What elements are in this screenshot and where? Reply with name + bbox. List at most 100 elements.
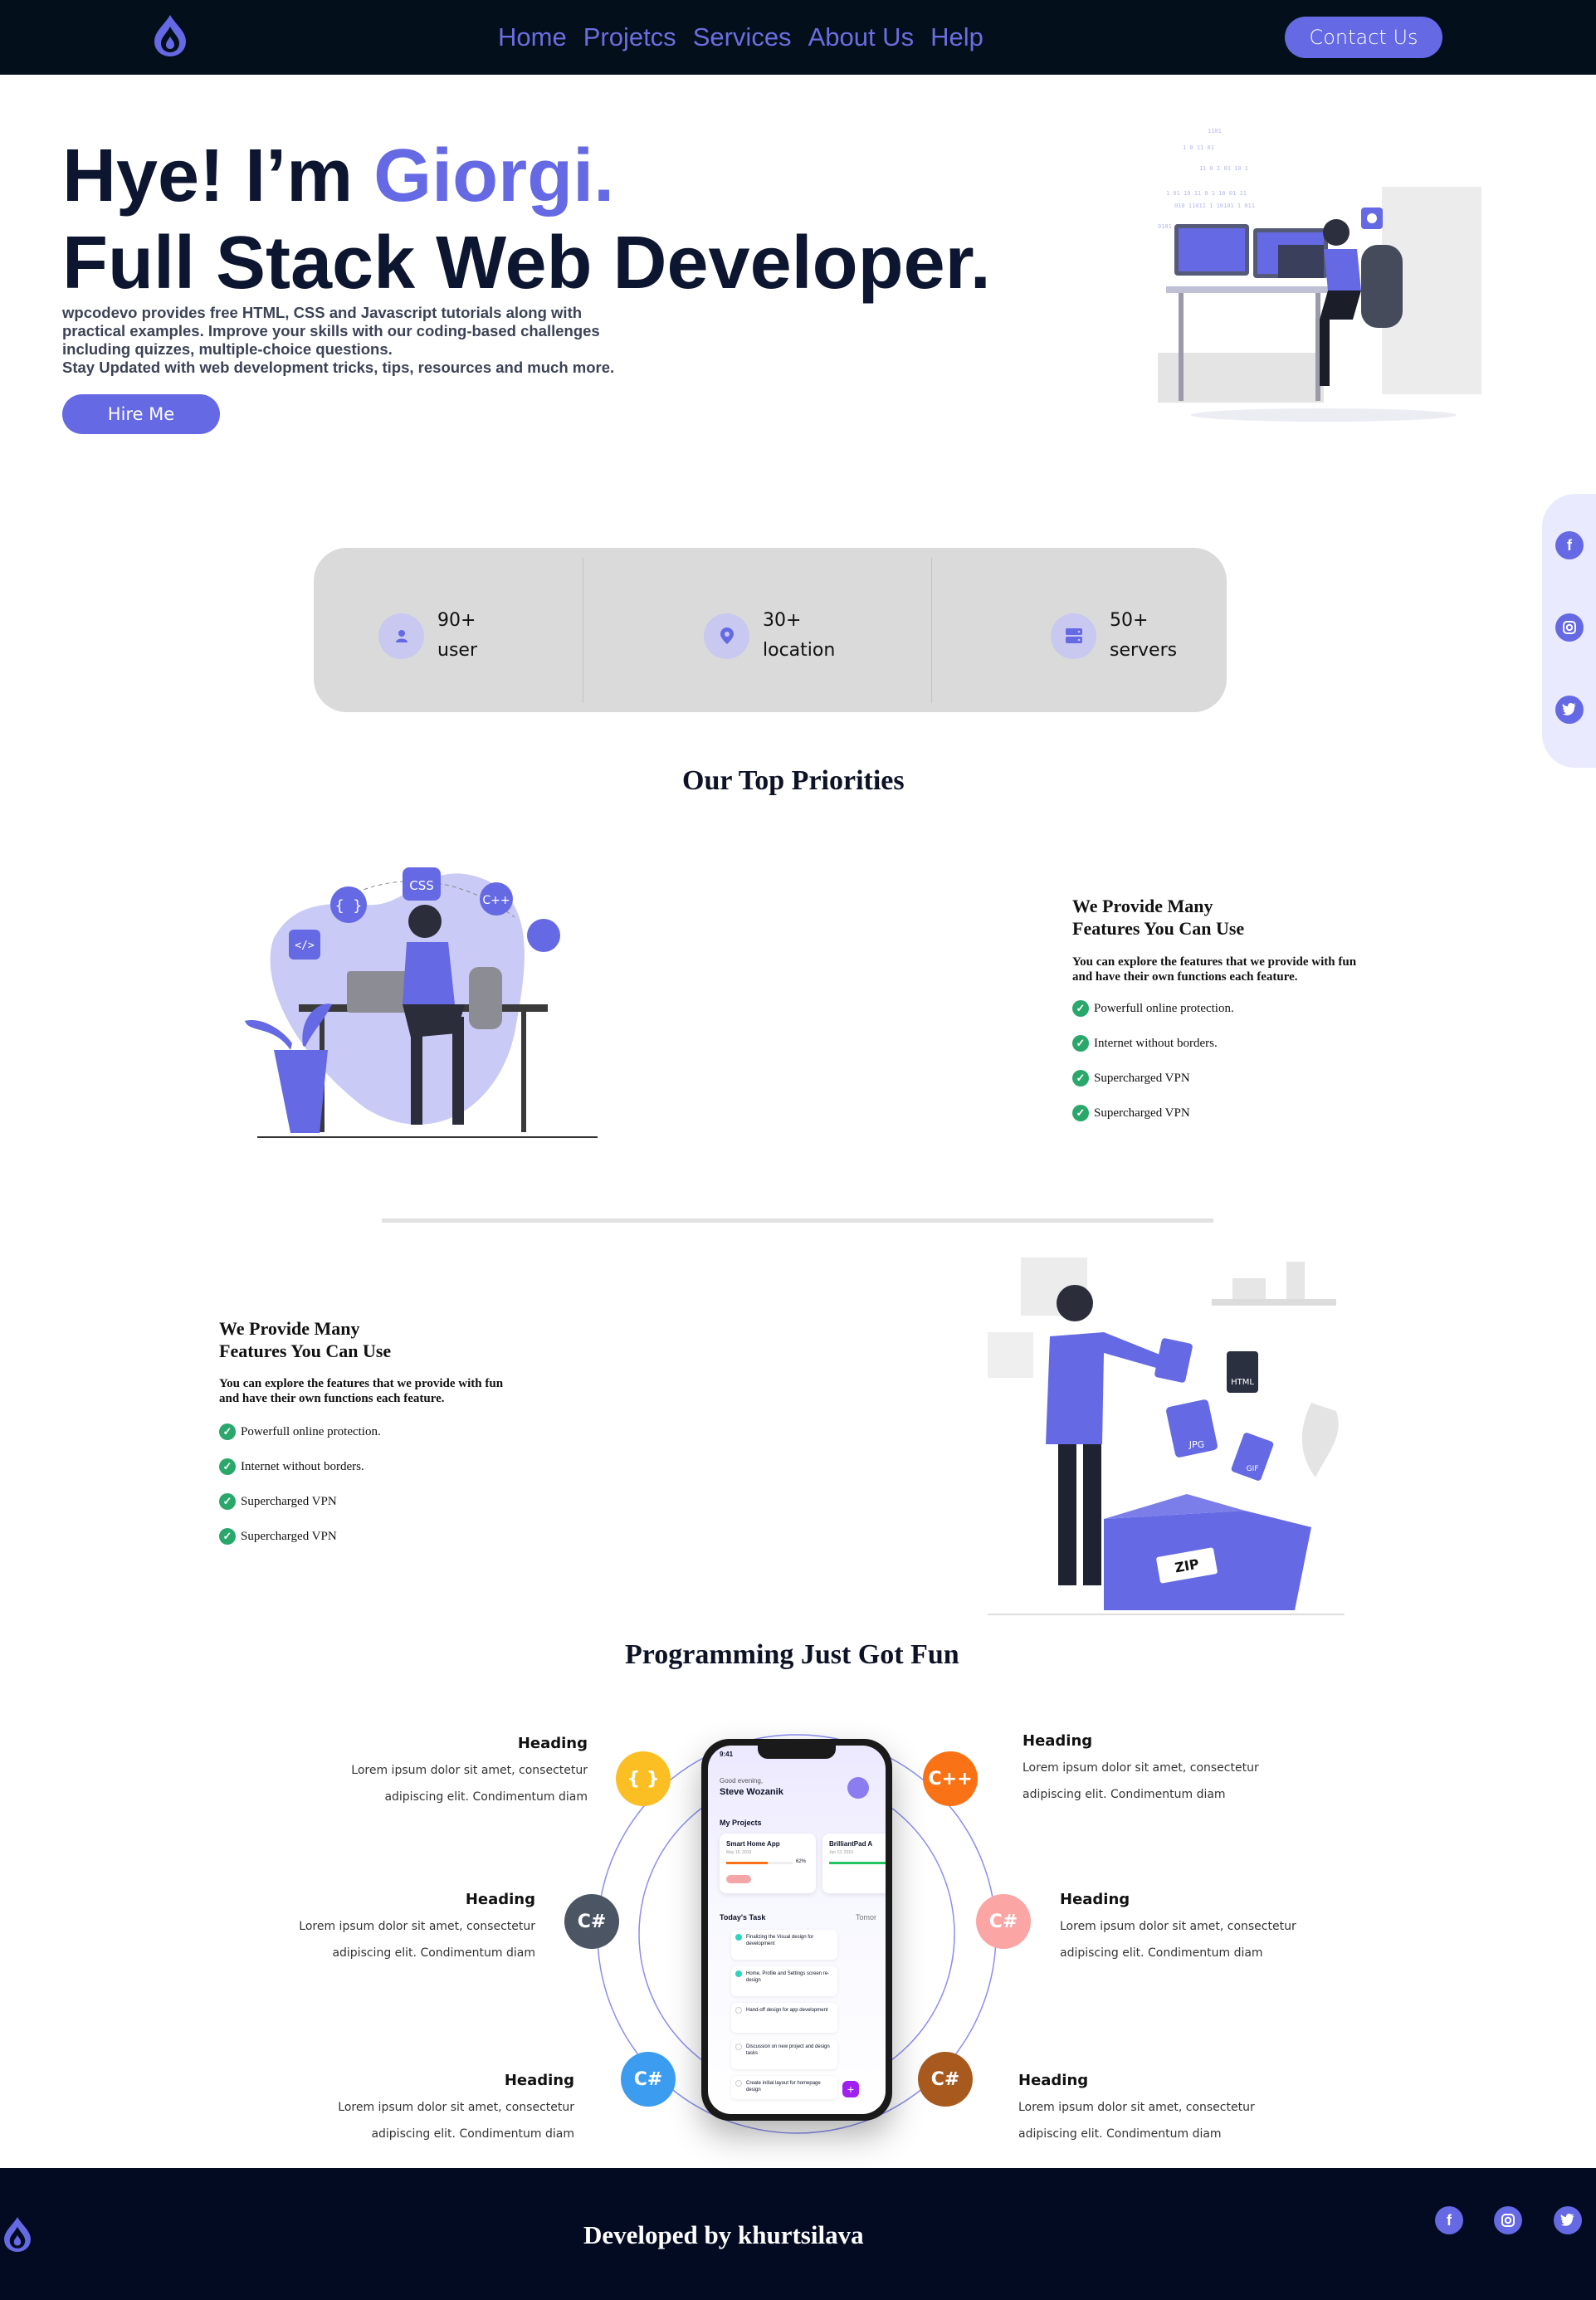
phone-section-label: My Projects <box>720 1819 762 1827</box>
illustration-label: </> <box>295 940 315 952</box>
progress-fill <box>829 1862 886 1864</box>
nav-link-services[interactable]: Services <box>693 22 792 52</box>
check-circle-icon <box>735 1934 742 1941</box>
check-circle-icon: ✓ <box>1072 1035 1089 1052</box>
svg-text:1 0 11 01: 1 0 11 01 <box>1183 144 1214 151</box>
feature-title-line: We Provide Many <box>219 1318 360 1339</box>
nav-link-home[interactable]: Home <box>498 22 567 52</box>
check-circle-icon: ✓ <box>219 1423 236 1440</box>
facebook-icon[interactable]: f <box>1435 2206 1463 2234</box>
progress-track <box>726 1862 793 1864</box>
hero-heading: Hye! I’m Giorgi. Full Stack Web Developer… <box>62 133 991 307</box>
flame-drop-logo[interactable] <box>0 2215 35 2254</box>
task-label: Home, Profile and Settings screen re-des… <box>746 1971 830 1983</box>
team-avatars <box>726 1875 751 1883</box>
main-menu: Home Projetcs Services About Us Help <box>498 18 983 56</box>
phone-time: 9:41 <box>720 1751 734 1758</box>
feature-item-label: Powerfull online protection. <box>1094 1001 1234 1015</box>
stats-divider <box>931 558 932 703</box>
card-heading: Heading <box>504 2072 574 2089</box>
feature-item-label: Internet without borders. <box>241 1459 364 1473</box>
nav-link-help[interactable]: Help <box>930 22 983 52</box>
hero-description: wpcodevo provides free HTML, CSS and Jav… <box>62 304 660 377</box>
card-heading: Heading <box>465 1891 535 1908</box>
feature-item-label: Supercharged VPN <box>241 1494 337 1508</box>
list-item: ✓ Powerfull online protection. <box>219 1423 381 1440</box>
list-item[interactable]: Home, Profile and Settings screen re-des… <box>731 1966 837 1996</box>
user-icon <box>378 613 424 659</box>
instagram-icon[interactable] <box>1555 613 1584 642</box>
feature-card: Heading Lorem ipsum dolor sit amet, cons… <box>1023 1732 1321 1808</box>
contact-us-button[interactable]: Contact Us <box>1285 17 1442 58</box>
check-circle-icon: ✓ <box>219 1493 236 1510</box>
phone-tab-tomorrow[interactable]: Tomor <box>856 1913 876 1922</box>
illustration-label: GIF <box>1247 1465 1259 1473</box>
nav-link-about[interactable]: About Us <box>808 22 915 52</box>
illustration-label: HTML <box>1231 1378 1254 1387</box>
csharp-badge: C# <box>918 2052 973 2107</box>
feature-list: ✓ Powerfull online protection. ✓ Internet … <box>219 1423 381 1545</box>
nav-link-projects[interactable]: Projetcs <box>583 22 676 52</box>
project-title: Smart Home App <box>726 1840 780 1848</box>
facebook-icon[interactable]: f <box>1555 531 1584 559</box>
code-braces-badge: { } <box>616 1751 671 1806</box>
project-card[interactable]: BrilliantPad A Jun 12, 2019 <box>822 1834 886 1893</box>
feature-card: Heading Lorem ipsum dolor sit amet, cons… <box>1060 1891 1359 1966</box>
feature-card: Heading Lorem ipsum dolor sit amet, cons… <box>249 1891 535 1966</box>
phone-mockup: 9:41 Good evening, Steve Wozanik My Proj… <box>701 1739 892 2121</box>
flame-drop-logo[interactable] <box>149 13 191 58</box>
check-circle-icon <box>735 1970 742 1977</box>
hero-role: Full Stack Web Developer. <box>62 222 991 305</box>
instagram-glyph <box>1563 621 1576 634</box>
card-text-line: adipiscing elit. Condimentum diam <box>332 1946 535 1960</box>
priorities-title: Our Top Priorities <box>682 765 905 796</box>
footer-credit: Developed by khurtsilava <box>583 2220 864 2249</box>
hero-name: Giorgi. <box>373 134 615 217</box>
card-text-line: adipiscing elit. Condimentum diam <box>1018 2127 1222 2141</box>
progress-percent: 62% <box>796 1859 807 1864</box>
task-label: Hand-off design for app development <box>746 2008 828 2013</box>
stat-locations: 30+ location <box>704 606 835 666</box>
feature-subtitle-line: and have their own functions each featur… <box>219 1392 445 1405</box>
feature-item-label: Internet without borders. <box>1094 1036 1218 1050</box>
check-circle-icon: ✓ <box>1072 1000 1089 1017</box>
instagram-glyph <box>1501 2214 1515 2227</box>
hero-description-line: including quizzes, multiple-choice quest… <box>62 340 393 358</box>
card-text-line: adipiscing elit. Condimentum diam <box>384 1790 588 1804</box>
add-task-button[interactable]: + <box>842 2081 859 2097</box>
stat-users: 90+ user <box>378 606 477 666</box>
hire-me-button[interactable]: Hire Me <box>62 394 220 434</box>
twitter-icon[interactable] <box>1555 696 1584 724</box>
card-text-line: Lorem ipsum dolor sit amet, consectetur <box>299 1920 535 1933</box>
project-card[interactable]: Smart Home App May 15, 2019 62% <box>720 1834 816 1893</box>
feature-item-label: Powerfull online protection. <box>241 1424 381 1438</box>
instagram-icon[interactable] <box>1494 2206 1522 2234</box>
feature-item-label: Supercharged VPN <box>1094 1106 1190 1120</box>
feature-title-line: Features You Can Use <box>219 1340 392 1361</box>
feature-item-label: Supercharged VPN <box>241 1529 337 1543</box>
list-item[interactable]: Hand-off design for app development <box>731 2003 837 2033</box>
list-item[interactable]: Discussion on new project and design tas… <box>731 2039 837 2069</box>
feature-title-line: Features You Can Use <box>1072 918 1245 939</box>
list-item[interactable]: Create initial layout for homepage desig… <box>731 2076 837 2099</box>
developer-desk-illustration: 1101 1 0 11 01 11 0 1 01 10 1 1 01 10 11 0… <box>1158 120 1481 422</box>
card-heading: Heading <box>1023 1732 1093 1750</box>
card-text-line: Lorem ipsum dolor sit amet, consectetur <box>1023 1761 1259 1775</box>
twitter-icon[interactable] <box>1554 2206 1582 2234</box>
project-date: Jun 12, 2019 <box>829 1850 853 1855</box>
stat-label: servers <box>1110 640 1178 661</box>
list-item: ✓ Supercharged VPN <box>1072 1070 1234 1087</box>
checkbox-icon <box>735 2044 742 2050</box>
feature-item-label: Supercharged VPN <box>1094 1071 1190 1085</box>
list-item[interactable]: Finalizing the Visual design for develop… <box>731 1930 837 1960</box>
list-item: ✓ Internet without borders. <box>1072 1035 1234 1052</box>
feature-title: We Provide Many Features You Can Use <box>1072 895 1244 940</box>
svg-text:1101: 1101 <box>1208 128 1222 134</box>
avatar[interactable] <box>847 1777 869 1799</box>
progress-fill <box>726 1862 768 1864</box>
hero-greeting: Hye! I’m <box>62 134 374 217</box>
location-pin-icon <box>704 613 749 659</box>
card-text-line: Lorem ipsum dolor sit amet, consectetur <box>1018 2101 1255 2114</box>
svg-text:010 11011 1 10101 1 011: 010 11011 1 10101 1 011 <box>1174 203 1255 209</box>
list-item: ✓ Powerfull online protection. <box>1072 1000 1234 1017</box>
